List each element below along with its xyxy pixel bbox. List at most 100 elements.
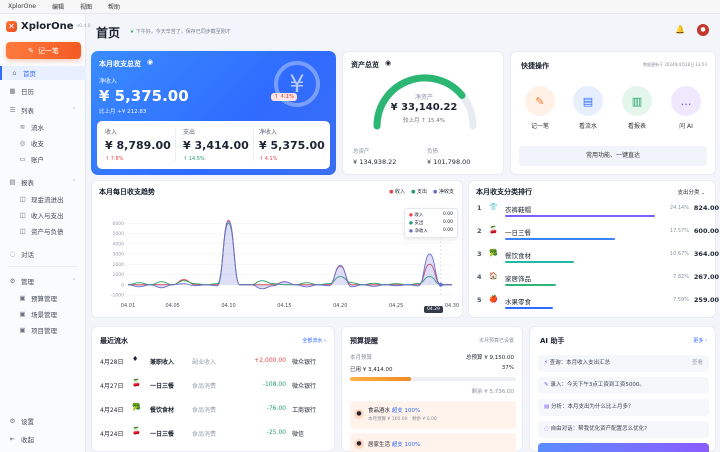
sidebar-item-list[interactable]: ☰ 列表 ⌃ (0, 103, 86, 117)
eye-icon[interactable]: ◉ (147, 58, 153, 66)
ai-suggestion-entry[interactable]: ✎ 录入：今天下午3点工资到工资5000。 (538, 377, 709, 394)
quick-report-button[interactable]: ▥ 看报表 (622, 86, 652, 130)
ai-suggestion-tag: 查看 (691, 360, 703, 366)
sidebar-item-label: 管理 (21, 278, 34, 286)
income-icon: ◎ (19, 139, 26, 147)
quick-actions-card: 快捷操作 数据更新于 2024年4月28日 13:53 ✎ 记一笔 ▤ 看流水 ▥ 看… (510, 51, 716, 175)
flow-date: 4月24日 (100, 431, 124, 438)
sidebar-divider (8, 266, 78, 267)
app-logo: ✕ XplorOne v0.4.0 (6, 21, 91, 32)
flow-date: 4月27日 (100, 383, 124, 390)
ai-suggestion-chat[interactable]: ◌ 自由对话：帮我优化资产配置怎么优化? (538, 421, 709, 438)
rank-number: 4 (477, 273, 482, 281)
record-button[interactable]: ✎ 记一笔 (6, 42, 81, 59)
flow-name: 一日三餐 (150, 431, 175, 438)
yuan-coin-icon: ¥ (274, 61, 320, 107)
calendar-icon: ▦ (9, 87, 16, 95)
recent-flow-card: 最近流水 全部流水 › 4月28日 ♦ 兼职收入 副业收入 +2,000.00 微众银行 4… (91, 326, 335, 452)
sidebar-item-label: 报表 (21, 179, 34, 187)
sidebar-item-calendar[interactable]: ▦ 日历 (0, 84, 86, 98)
kpi-expense-label: 支出 (183, 129, 196, 136)
quick-functions-bar[interactable]: 常用功能、一键直达 (519, 146, 707, 166)
sidebar-item-budget-manage[interactable]: ▣ 预算管理 (0, 291, 86, 305)
rank-row[interactable]: 4 🏠 家居饰品 7.82% 267.00 (477, 272, 719, 289)
rank-row[interactable]: 1 👕 衣裤鞋帽 24.14% 824.00 (477, 203, 719, 220)
budget-progress-fill (350, 377, 412, 381)
sidebar-item-project-manage[interactable]: ▣ 项目管理 (0, 323, 86, 337)
summary-net-label: 净收入 (99, 78, 118, 85)
income-expense-icon: ◫ (19, 211, 26, 219)
menu-view[interactable]: 视图 (80, 2, 92, 11)
sidebar-item-scene-manage[interactable]: ▣ 场景管理 (0, 307, 86, 321)
sidebar-item-report[interactable]: ▤ 报表 ⌃ (0, 175, 86, 189)
quick-action-label: 看报表 (627, 123, 646, 130)
sidebar-item-label: 收支 (31, 140, 44, 148)
avatar[interactable]: ● (697, 24, 709, 36)
page-subtitle: ❦ 下午好，今天辛苦了，保存已同步截至刚才 (130, 28, 231, 35)
quick-flow-button[interactable]: ▤ 看流水 (573, 86, 603, 130)
rank-title: 本月收支分类排行 (476, 188, 532, 196)
ai-input-bar[interactable] (538, 443, 709, 452)
eye-icon[interactable]: ◉ (385, 59, 391, 67)
flow-amount: -76.00 (266, 405, 286, 412)
all-flow-link[interactable]: 全部流水 › (302, 337, 326, 344)
category-bar (505, 284, 556, 286)
budget-item-title: 食品酒水 超支 100% (368, 406, 420, 414)
tooltip-row: ● 收入 0.00 (409, 212, 453, 218)
budget-item-tag: 超支 100% (391, 408, 421, 414)
bell-icon[interactable]: 🔔 (674, 24, 686, 36)
sidebar-item-collapse[interactable]: ⇤ 收起 (0, 432, 86, 446)
budget-manage-icon: ▣ (19, 294, 26, 302)
quick-record-button[interactable]: ✎ 记一笔 (525, 86, 555, 130)
kpi-expense: 支出 ¥ 3,414.00 ↑ 14.5% (183, 127, 249, 162)
budget-title: 预算提醒 (350, 337, 378, 345)
sidebar-item-label: 账户 (31, 156, 44, 164)
budget-status[interactable]: 本月预算已设置 (479, 337, 514, 344)
y-tick-label: 6000 (113, 221, 125, 227)
sidebar-item-account[interactable]: ▭ 账户 (0, 152, 86, 166)
flow-row[interactable]: 4月24日 🥦 餐饮食材 食品消费 -76.00 工商银行 (100, 403, 328, 419)
sidebar-item-cashflow[interactable]: ◫ 现金流进出 (0, 192, 86, 206)
flow-category-icon: 🍒 (132, 379, 141, 387)
budget-item[interactable]: ● 居家生活 超支 100% (350, 433, 516, 452)
budget-spent: 已用 ¥ 3,414.00 (350, 367, 393, 373)
category-bar (505, 261, 574, 263)
report-icon: ▤ (9, 178, 16, 186)
summary-net-value: ¥ 5,375.00 (99, 87, 189, 105)
rank-row[interactable]: 5 🍎 水果零食 7.59% 259.00 (477, 295, 719, 312)
rank-row[interactable]: 2 🍒 一日三餐 17.57% 600.00 (477, 226, 719, 243)
menu-edit[interactable]: 编辑 (52, 2, 64, 11)
sidebar-item-settings[interactable]: ⚙ 设置 (0, 414, 86, 428)
ai-suggestion-text: 查询：本月收入支出汇总 (549, 360, 611, 366)
rank-number: 2 (477, 227, 482, 235)
menu-help[interactable]: 帮助 (108, 2, 120, 11)
tooltip-row: ● 净收入 0.00 (409, 228, 453, 234)
sidebar-item-income-expense[interactable]: ◫ 收入与支出 (0, 208, 86, 222)
flow-row[interactable]: 4月27日 🍒 一日三餐 食品消费 -108.00 微众银行 (100, 379, 328, 395)
sidebar-item-balance[interactable]: ◫ 资产与负债 (0, 224, 86, 238)
menu-app[interactable]: XplorOne (8, 3, 36, 10)
quick-ai-button[interactable]: … 问 AI (671, 86, 701, 130)
ai-suggestion-analysis[interactable]: ▤ 分析：本月支出为什么比上月多？ (538, 399, 709, 416)
chevron-down-icon: ⌃ (71, 107, 76, 113)
sidebar-item-manage[interactable]: ⚙ 管理 ⌃ (0, 274, 86, 288)
y-tick-label: 3000 (113, 252, 125, 258)
rank-row[interactable]: 3 🥦 餐饮食材 10.67% 364.00 (477, 249, 719, 266)
x-tick-label: 04.10 (221, 303, 235, 309)
flow-row[interactable]: 4月28日 ♦ 兼职收入 副业收入 +2,000.00 微众银行 (100, 355, 328, 371)
sidebar-item-chat[interactable]: ◌ 对话 (0, 247, 86, 261)
category-icon: 🍎 (489, 295, 498, 303)
ai-more-link[interactable]: 更多 › (693, 337, 707, 344)
budget-item[interactable]: ● 食品酒水 超支 100% 本月预算 ¥ 100.00 剩余 ¥ 0.00 (350, 401, 516, 429)
quick-action-label: 记一笔 (530, 123, 549, 130)
sidebar-item-income[interactable]: ◎ 收支 (0, 136, 86, 150)
sidebar-item-home[interactable]: ⌂ 首页 (0, 66, 86, 80)
sidebar-item-flow[interactable]: ≋ 流水 (0, 120, 86, 134)
flow-row[interactable]: 4月24日 🍒 一日三餐 食品消费 -25.00 微信 (100, 427, 328, 443)
rank-filter-select[interactable]: 支出分类 ⌄ (677, 188, 705, 196)
category-bar (505, 307, 553, 309)
collapse-icon: ⇤ (9, 435, 16, 443)
flow-amount: -25.00 (266, 429, 286, 436)
rank-filter-label: 支出分类 (677, 190, 700, 196)
ai-suggestion-query[interactable]: ⚡ 查询：本月收入支出汇总 查看 (538, 355, 709, 372)
